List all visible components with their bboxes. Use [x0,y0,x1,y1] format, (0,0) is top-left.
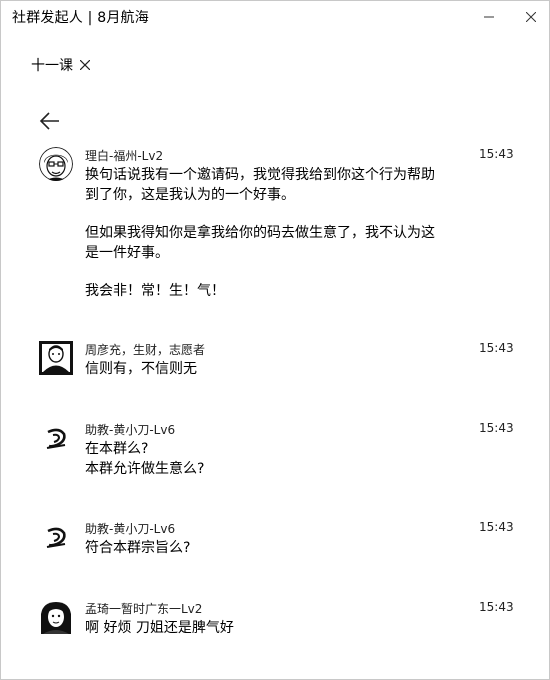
avatar[interactable] [39,520,73,554]
tab-close-button[interactable] [77,57,93,73]
sender-name[interactable]: 周彦充，生财，志愿者 [85,341,205,358]
sender-name[interactable]: 助教-黄小刀-Lv6 [85,520,175,537]
chat-window: 社群发起人 | 8月航海 十一课 理白-福州-Lv2 15:43 换句话说我有一… [0,0,550,680]
timestamp: 15:43 [479,600,514,614]
title-bar: 社群发起人 | 8月航海 [1,1,550,33]
message-item: 孟琦一暂时广东一Lv2 15:43 啊 好烦 刀姐还是脾气好 [39,600,519,640]
avatar[interactable] [39,600,73,634]
close-window-button[interactable] [508,1,550,33]
avatar-photo-icon [39,600,73,634]
tab-shiyike[interactable]: 十一课 [31,55,93,75]
message-item: 助教-黄小刀-Lv6 15:43 在本群么? 本群允许做生意么? [39,421,519,481]
message-line: 符合本群宗旨么? [85,540,191,556]
message-line: 是一件好事。 [85,245,169,261]
avatar-portrait-icon [39,341,73,375]
message-item: 周彦充，生财，志愿者 15:43 信则有，不信则无 [39,341,519,381]
sender-name[interactable]: 理白-福州-Lv2 [85,147,163,164]
window-title: 社群发起人 | 8月航海 [12,10,149,26]
message-line: 啊 好烦 刀姐还是脾气好 [85,620,234,636]
message-line: 本群允许做生意么? [85,461,205,477]
message-line: 在本群么? [85,441,149,457]
timestamp: 15:43 [479,341,514,355]
tab-label: 十一课 [31,58,73,74]
message-line: 信则有，不信则无 [85,361,197,377]
sender-name[interactable]: 孟琦一暂时广东一Lv2 [85,600,202,617]
message-text: 换句话说我有一个邀请码，我觉得我给到你这个行为帮助 到了你，这是我认为的一个好事… [85,165,445,301]
close-icon [80,60,90,70]
timestamp: 15:43 [479,147,514,161]
message-line: 但如果我得知你是拿我给你的码去做生意了，我不认为这 [85,225,435,241]
message-line: 换句话说我有一个邀请码，我觉得我给到你这个行为帮助 [85,167,435,183]
message-item: 理白-福州-Lv2 15:43 换句话说我有一个邀请码，我觉得我给到你这个行为帮… [39,147,519,307]
message-item: 助教-黄小刀-Lv6 15:43 符合本群宗旨么? [39,520,519,560]
logo-d-icon [46,527,66,548]
minimize-icon [484,16,494,18]
arrow-left-icon [39,112,59,130]
close-icon [526,12,536,22]
avatar[interactable] [39,341,73,375]
minimize-button[interactable] [466,1,512,33]
back-button[interactable] [39,111,63,131]
message-text: 信则有，不信则无 [85,359,445,379]
timestamp: 15:43 [479,421,514,435]
avatar[interactable] [39,421,73,455]
message-text: 啊 好烦 刀姐还是脾气好 [85,618,445,638]
logo-d-icon [46,428,66,449]
message-text: 符合本群宗旨么? [85,538,445,558]
message-line: 到了你，这是我认为的一个好事。 [85,187,295,203]
avatar-face-icon [39,147,73,181]
sender-name[interactable]: 助教-黄小刀-Lv6 [85,421,175,438]
timestamp: 15:43 [479,520,514,534]
message-line: 我会非！常！生！气！ [85,283,225,299]
avatar[interactable] [39,147,73,181]
message-text: 在本群么? 本群允许做生意么? [85,439,445,479]
